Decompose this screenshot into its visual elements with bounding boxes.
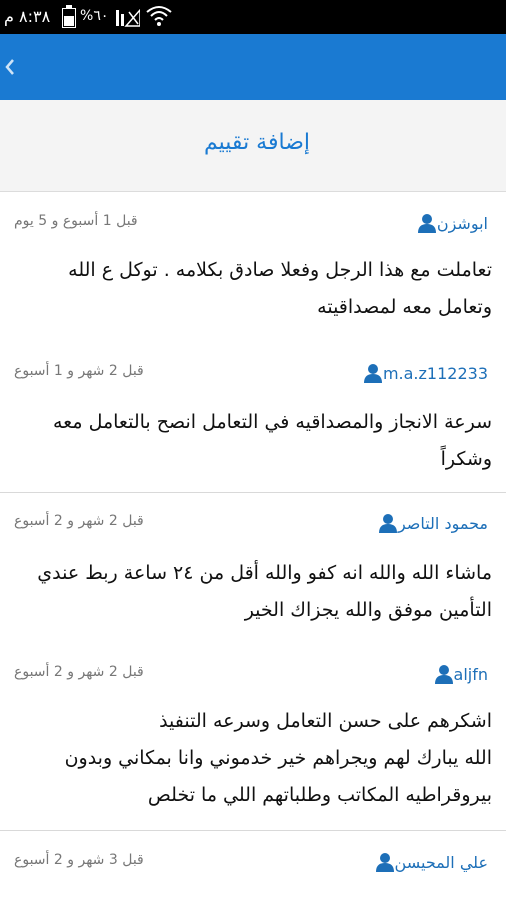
review-time: قبل 2 شهر و 2 أسبوع (14, 513, 144, 529)
wifi-icon (146, 6, 172, 26)
review-user-name: m.a.z112233 (382, 363, 488, 383)
reviews-header: إضافة تقييم (0, 100, 506, 192)
review-user-name: محمود التاصر (397, 513, 488, 533)
user-icon (417, 214, 436, 233)
user-icon (375, 853, 394, 872)
battery-percent: %٦٠ (80, 8, 109, 24)
review-item: m.a.z112233 قبل 2 شهر و 1 أسبوع سرعة الا… (0, 342, 506, 492)
review-line: التأمين موفق والله يجزاك الخير (244, 599, 492, 621)
review-text: ماشاء الله والله انه كفو والله أقل من ٢٤… (10, 555, 492, 629)
review-user[interactable]: ابوشزن (411, 212, 488, 234)
battery-icon (62, 5, 76, 28)
review-text: اشكرهم على حسن التعامل وسرعه التنفيذ الل… (10, 703, 492, 814)
signal-icon (116, 8, 140, 27)
user-icon (378, 514, 397, 533)
review-line: وشكراً (440, 448, 492, 470)
review-item: علي المحيسن قبل 3 شهر و 2 أسبوع (0, 831, 506, 900)
chevron-left-icon (5, 59, 14, 75)
review-user[interactable]: محمود التاصر (372, 512, 488, 534)
back-button[interactable] (0, 34, 26, 100)
review-time: قبل 3 شهر و 2 أسبوع (14, 852, 144, 868)
app-bar (0, 34, 506, 100)
review-item: ابوشزن قبل 1 أسبوع و 5 يوم تعاملت مع هذا… (0, 192, 506, 342)
review-text: سرعة الانجاز والمصداقيه في التعامل انصح … (10, 404, 492, 478)
user-icon (434, 665, 453, 684)
review-user[interactable]: علي المحيسن (369, 851, 488, 873)
user-icon (363, 364, 382, 383)
review-user-name: علي المحيسن (394, 852, 488, 872)
review-line: سرعة الانجاز والمصداقيه في التعامل انصح … (53, 411, 492, 433)
review-item: محمود التاصر قبل 2 شهر و 2 أسبوع ماشاء ا… (0, 493, 506, 643)
review-user[interactable]: aljfn (428, 663, 488, 685)
review-user-name: aljfn (453, 664, 488, 684)
review-line: وتعامل معه لمصداقيته (317, 296, 492, 318)
review-line: بيروقراطيه المكاتب وطلباتهم اللي ما تخلص (147, 784, 492, 806)
review-time: قبل 2 شهر و 2 أسبوع (14, 664, 144, 680)
status-bar: ٨:٣٨ م %٦٠ (0, 0, 506, 34)
review-line: الله يبارك لهم ويجراهم خير خدموني وانا ب… (64, 747, 492, 769)
review-user[interactable]: m.a.z112233 (357, 362, 488, 384)
review-time: قبل 1 أسبوع و 5 يوم (14, 213, 138, 229)
status-time: ٨:٣٨ م (4, 7, 51, 26)
review-time: قبل 2 شهر و 1 أسبوع (14, 363, 144, 379)
review-line: اشكرهم على حسن التعامل وسرعه التنفيذ (159, 710, 492, 732)
review-text: تعاملت مع هذا الرجل وفعلا صادق بكلامه . … (10, 252, 492, 326)
review-line: ماشاء الله والله انه كفو والله أقل من ٢٤… (37, 562, 492, 584)
review-line: تعاملت مع هذا الرجل وفعلا صادق بكلامه . … (68, 259, 492, 281)
add-rating-link[interactable]: إضافة تقييم (204, 130, 310, 155)
review-user-name: ابوشزن (436, 213, 488, 233)
review-item: aljfn قبل 2 شهر و 2 أسبوع اشكرهم على حسن… (0, 643, 506, 830)
